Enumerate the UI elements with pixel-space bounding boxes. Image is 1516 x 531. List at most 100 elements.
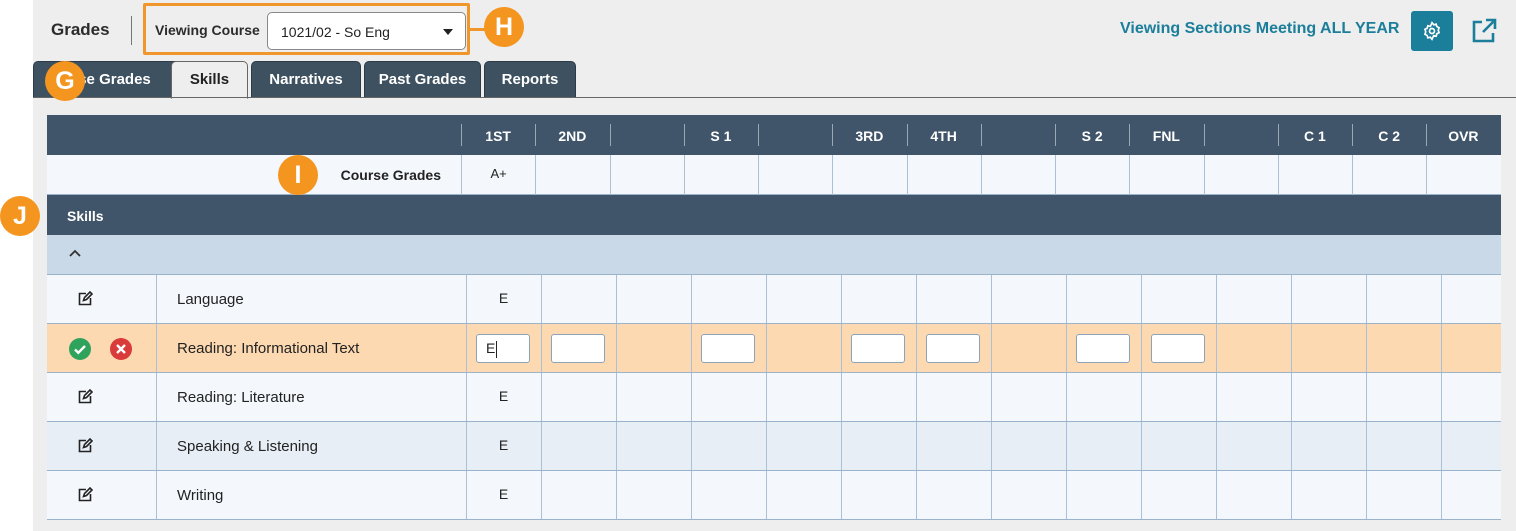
tab-label: Narratives <box>269 71 343 88</box>
skills-label: Skills <box>67 208 104 224</box>
grade-input[interactable] <box>926 334 980 363</box>
grade-input[interactable]: E <box>476 334 530 363</box>
grade-value <box>616 422 691 470</box>
grade-value <box>766 275 841 323</box>
viewing-sections-link[interactable]: Viewing Sections Meeting ALL YEAR <box>1120 20 1399 38</box>
grade-input[interactable] <box>851 334 905 363</box>
callout-badge-j: J <box>0 196 40 236</box>
column-header-s-2: S 2 <box>1081 128 1103 144</box>
check-circle-icon[interactable] <box>69 338 91 360</box>
grade-input[interactable] <box>551 334 605 363</box>
grade-value <box>1366 422 1441 470</box>
grade-value <box>616 471 691 519</box>
column-header-1st: 1ST <box>485 128 511 144</box>
grade-value <box>1141 275 1216 323</box>
grade-cell <box>1291 324 1366 372</box>
grade-value <box>541 422 616 470</box>
grade-value <box>916 373 991 421</box>
callout-h-line <box>470 28 485 31</box>
callout-badge-i: I <box>278 155 318 195</box>
skill-name: Language <box>177 291 244 308</box>
grade-value <box>1141 422 1216 470</box>
tab-past-grades[interactable]: Past Grades <box>364 61 481 98</box>
skill-row-language: Language E <box>47 275 1501 324</box>
course-grade-cell <box>1055 155 1129 195</box>
grade-value <box>1216 373 1291 421</box>
grade-value: E <box>498 290 509 306</box>
tab-label: Past Grades <box>378 71 467 88</box>
column-header-3rd: 3RD <box>855 128 884 144</box>
course-select-value: 1021/02 - So Eng <box>281 24 390 40</box>
grade-value <box>841 471 916 519</box>
grade-value <box>691 373 766 421</box>
settings-button[interactable] <box>1411 11 1453 51</box>
caret-down-icon <box>443 29 453 35</box>
grade-input[interactable] <box>701 334 755 363</box>
tab-label: Reports <box>501 71 559 88</box>
tab-label: Skills <box>189 71 230 88</box>
x-circle-icon[interactable] <box>110 338 132 360</box>
grade-value <box>1141 373 1216 421</box>
grade-value <box>1216 471 1291 519</box>
grade-value <box>1366 373 1441 421</box>
course-grade-cell <box>1203 155 1278 195</box>
grade-value <box>1216 275 1291 323</box>
edit-icon[interactable] <box>77 438 93 454</box>
grade-value <box>1066 373 1141 421</box>
grade-cell <box>1366 324 1441 372</box>
grade-value <box>1066 471 1141 519</box>
skill-row-reading-literature: Reading: Literature E <box>47 373 1501 422</box>
grade-input[interactable] <box>1076 334 1130 363</box>
tab-skills[interactable]: Skills <box>171 61 248 99</box>
skills-section-header: Skills <box>47 195 1501 235</box>
skill-name: Speaking & Listening <box>177 438 318 455</box>
tab-reports[interactable]: Reports <box>484 61 576 98</box>
course-grade-cell: A+ <box>461 155 535 195</box>
course-grade-cell <box>1426 155 1500 195</box>
grade-value <box>766 471 841 519</box>
grade-cell <box>1441 324 1516 372</box>
text-cursor <box>496 340 498 358</box>
course-grades-label: Course Grades <box>340 167 441 183</box>
grade-value: E <box>498 437 509 453</box>
column-header-c-2: C 2 <box>1378 128 1401 144</box>
grade-value <box>916 471 991 519</box>
course-grade-cell <box>832 155 906 195</box>
edit-icon[interactable] <box>77 291 93 307</box>
grade-value <box>1441 471 1516 519</box>
course-grade-cell <box>683 155 758 195</box>
grades-table: 1ST 2ND S 1 3RD 4TH S 2 FNL C 1 C 2 OVR Course Gr… <box>47 115 1501 520</box>
grade-value <box>1441 275 1516 323</box>
grade-value <box>1366 471 1441 519</box>
collapse-row[interactable] <box>47 235 1501 275</box>
course-grade-cell <box>609 155 684 195</box>
external-link-icon[interactable] <box>1470 17 1498 45</box>
skill-name: Reading: Literature <box>177 389 305 406</box>
grade-value <box>1141 471 1216 519</box>
course-select[interactable]: 1021/02 - So Eng <box>267 12 466 50</box>
grade-value: E <box>498 388 509 404</box>
grade-value <box>1291 275 1366 323</box>
tab-narratives[interactable]: Narratives <box>251 61 361 98</box>
grade-value <box>1291 422 1366 470</box>
skill-row-reading-informational-text: Reading: Informational Text E <box>47 324 1501 373</box>
grade-value <box>691 471 766 519</box>
chevron-up-icon[interactable] <box>68 248 82 258</box>
edit-icon[interactable] <box>77 487 93 503</box>
gear-icon <box>1423 21 1441 41</box>
course-grade-cell <box>1277 155 1352 195</box>
grade-value <box>1291 471 1366 519</box>
edit-icon[interactable] <box>77 389 93 405</box>
course-grade-cell <box>1129 155 1203 195</box>
course-grade-cell <box>980 155 1055 195</box>
column-header-blank <box>758 115 832 155</box>
tab-label: se Grades <box>78 71 151 88</box>
grade-value <box>916 422 991 470</box>
grade-input[interactable] <box>1151 334 1205 363</box>
grade-value <box>541 275 616 323</box>
grade-value <box>1366 275 1441 323</box>
grade-value <box>1066 422 1141 470</box>
grade-cell <box>991 324 1066 372</box>
grade-value <box>1066 275 1141 323</box>
grade-value <box>691 422 766 470</box>
